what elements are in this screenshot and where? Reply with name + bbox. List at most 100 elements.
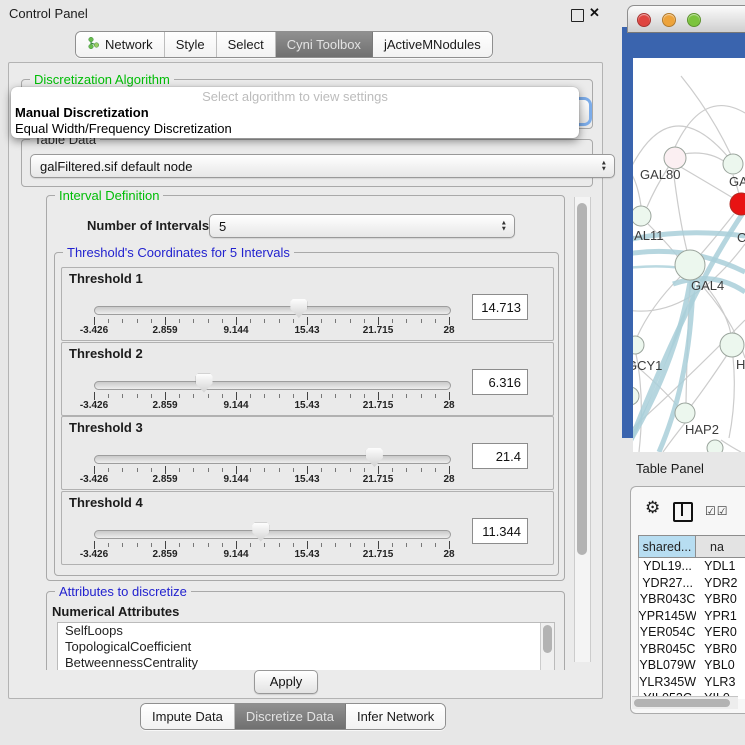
table-data-value: galFiltered.sif default node — [40, 159, 192, 174]
table-row[interactable]: YLR345WYLR3 — [639, 674, 745, 691]
network-node-hap2[interactable] — [675, 403, 695, 423]
tick-mark — [94, 317, 95, 325]
float-icon[interactable] — [571, 9, 584, 22]
main-scrollbar[interactable] — [574, 197, 591, 662]
network-node[interactable] — [730, 193, 745, 215]
tab-style[interactable]: Style — [165, 32, 217, 57]
tick-mark — [421, 394, 422, 398]
network-node-h[interactable] — [720, 333, 744, 357]
table-row[interactable]: YER054CYER0 — [639, 624, 745, 641]
tick-label: 2.859 — [152, 474, 177, 485]
slider-thumb[interactable] — [366, 448, 383, 467]
slider-thumb[interactable] — [196, 374, 213, 393]
table-row[interactable]: YPR145WYPR1 — [639, 608, 745, 625]
network-node-gal11[interactable] — [633, 206, 651, 226]
table-data-combobox[interactable]: galFiltered.sif default node ▲▼ — [30, 154, 615, 178]
slider-thumb[interactable] — [252, 523, 269, 542]
tab-label: Impute Data — [152, 709, 223, 724]
table-row[interactable]: YDR27...YDR2 — [639, 575, 745, 592]
network-icon — [87, 36, 100, 53]
group-title: Interval Definition — [55, 189, 163, 203]
window-zoom-icon[interactable] — [687, 13, 701, 27]
tick-mark — [321, 543, 322, 547]
network-node-gal4[interactable] — [675, 250, 705, 280]
column-header-shared-[interactable]: shared... — [638, 536, 695, 557]
table-horizontal-scrollbar[interactable] — [632, 696, 738, 709]
table-row[interactable]: YBR043CYBR0 — [639, 591, 745, 608]
network-node-gcy1[interactable] — [633, 336, 644, 354]
tick-mark — [364, 319, 365, 323]
tick-mark — [151, 319, 152, 323]
close-icon[interactable]: ✕ — [589, 5, 600, 21]
tick-mark — [421, 468, 422, 472]
apply-button[interactable]: Apply — [254, 670, 318, 694]
tick-mark — [364, 394, 365, 398]
control-panel-titlebar: Control Panel ✕ — [0, 0, 622, 26]
table-cell: YDR27... — [639, 575, 696, 592]
threshold-value-field[interactable]: 11.344 — [472, 518, 528, 544]
threshold-label: Threshold 3 — [69, 420, 143, 435]
node-label: C — [737, 230, 745, 245]
tick-mark — [137, 319, 138, 323]
main-scrollbar-thumb[interactable] — [577, 203, 587, 555]
slider-thumb[interactable] — [290, 299, 307, 318]
tick-mark — [193, 394, 194, 398]
tab-label: Cyni Toolbox — [287, 37, 361, 52]
network-edge — [683, 153, 725, 162]
checkboxes-icon[interactable]: ☑☑ — [705, 504, 729, 518]
window-minimize-icon[interactable] — [662, 13, 676, 27]
gear-icon[interactable]: ⚙ — [645, 498, 660, 518]
attribute-item-betweennesscentrality[interactable]: BetweennessCentrality — [58, 655, 554, 670]
threshold-panel-1: Threshold 1-3.4262.8599.14415.4321.71528… — [61, 267, 554, 341]
tick-mark — [307, 466, 308, 474]
tick-label: 2.859 — [152, 325, 177, 336]
tab-cyni-toolbox[interactable]: Cyni Toolbox — [276, 32, 373, 57]
tab-label: Style — [176, 37, 205, 52]
attributes-list[interactable]: SelfLoopsTopologicalCoefficientBetweenne… — [57, 622, 555, 670]
attribute-item-topologicalcoefficient[interactable]: TopologicalCoefficient — [58, 639, 554, 655]
tick-mark — [222, 543, 223, 547]
column-header-na[interactable]: na — [695, 536, 745, 557]
tick-mark — [208, 394, 209, 398]
slider-track[interactable] — [94, 306, 451, 315]
num-intervals-label: Number of Intervals — [87, 218, 209, 233]
threshold-panel-3: Threshold 3 -3.4262.8599.14415.4321.71528… — [61, 416, 554, 490]
network-window-titlebar[interactable] — [627, 5, 745, 33]
window-close-icon[interactable] — [637, 13, 651, 27]
slider-track[interactable] — [94, 455, 451, 464]
slider-track[interactable] — [94, 381, 451, 390]
threshold-value-field[interactable]: 6.316 — [472, 369, 528, 395]
tab-infer-network[interactable]: Infer Network — [346, 704, 445, 729]
network-node-ga[interactable] — [723, 154, 743, 174]
tick-mark — [435, 543, 436, 547]
tab-jactivemnodules[interactable]: jActiveMNodules — [373, 32, 492, 57]
dropdown-option-equal-width-frequency-discretization[interactable]: Equal Width/Frequency Discretization — [11, 121, 579, 137]
tab-discretize-data[interactable]: Discretize Data — [235, 704, 346, 729]
network-node[interactable] — [707, 440, 723, 452]
columns-icon[interactable] — [673, 502, 693, 522]
tick-mark — [350, 543, 351, 547]
attributes-list-scrollbar[interactable] — [540, 623, 554, 670]
node-label: HAP2 — [685, 422, 719, 437]
tab-network[interactable]: Network — [76, 32, 165, 57]
tick-label: -3.426 — [80, 549, 108, 560]
slider-tick-labels: -3.4262.8599.14415.4321.71528 — [94, 474, 449, 486]
table-cell: YBR043C — [639, 591, 696, 608]
tick-label: 21.715 — [363, 474, 394, 485]
tab-select[interactable]: Select — [217, 32, 276, 57]
network-node[interactable] — [633, 387, 639, 405]
tab-impute-data[interactable]: Impute Data — [141, 704, 235, 729]
dropdown-option-manual-discretization[interactable]: Manual Discretization — [11, 105, 579, 121]
table-row[interactable]: YDL19...YDL1 — [639, 558, 745, 575]
slider-track[interactable] — [94, 530, 451, 539]
table-row[interactable]: YBR045CYBR0 — [639, 641, 745, 658]
num-intervals-combobox[interactable]: 5 ▲▼ — [209, 214, 515, 238]
network-canvas[interactable]: GAL80GAGAL11GAL4GCY1HHAP2C — [633, 58, 745, 452]
network-node-gal80[interactable] — [664, 147, 686, 169]
threshold-value-field[interactable]: 14.713 — [472, 294, 528, 320]
table-row[interactable]: YBL079WYBL0 — [639, 657, 745, 674]
tick-mark — [378, 541, 379, 549]
network-graph[interactable]: GAL80GAGAL11GAL4GCY1HHAP2C — [633, 58, 745, 452]
attribute-item-selfloops[interactable]: SelfLoops — [58, 623, 554, 639]
threshold-value-field[interactable]: 21.4 — [472, 443, 528, 469]
